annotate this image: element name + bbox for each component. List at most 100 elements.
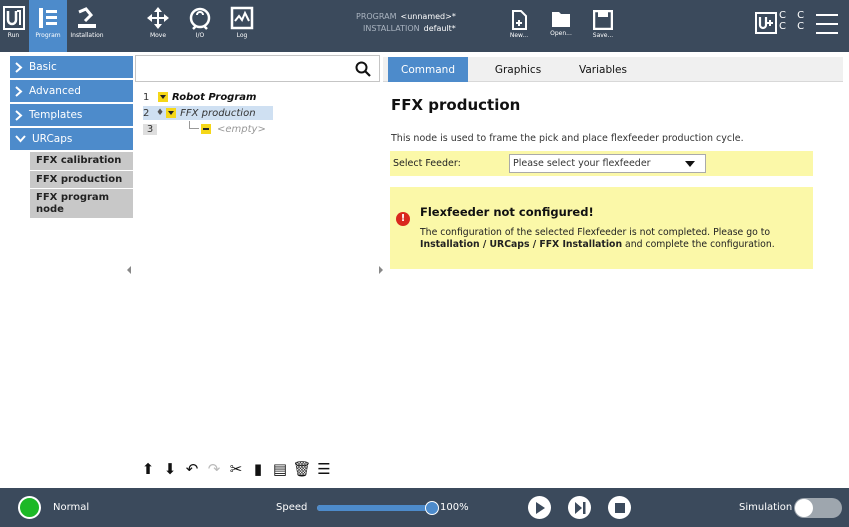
play-icon: [535, 501, 545, 514]
installation-label: Installation: [70, 32, 104, 39]
line-number: 2: [143, 107, 150, 119]
log-button[interactable]: Log: [226, 0, 258, 52]
sidebar-group-templates[interactable]: Templates: [10, 104, 133, 126]
chevron-right-icon: [15, 109, 23, 121]
save-button[interactable]: Save...: [590, 0, 616, 52]
sidebar-item-ffx-program-node[interactable]: FFX program node: [30, 189, 133, 219]
save-icon: [593, 10, 613, 30]
step-button[interactable]: [568, 496, 591, 519]
move-up-icon[interactable]: ⬆: [138, 458, 158, 480]
stop-button[interactable]: [608, 496, 631, 519]
tree-node-label: <empty>: [217, 123, 266, 135]
tab-graphics[interactable]: Graphics: [478, 57, 558, 82]
search-icon[interactable]: [355, 61, 371, 77]
paste-icon[interactable]: ▤: [270, 458, 290, 480]
io-icon: [189, 7, 211, 30]
expand-marker-icon[interactable]: [166, 108, 177, 118]
feeder-dropdown-value: Please select your flexfeeder: [513, 158, 651, 169]
warning-path: Installation / URCaps / FFX Installation: [420, 239, 623, 250]
warning-message: The configuration of the selected Flexfe…: [420, 227, 815, 251]
program-button[interactable]: Program: [29, 0, 67, 52]
top-bar: Run Program Installation Move I/O Log PR…: [0, 0, 849, 52]
expand-marker-icon[interactable]: [158, 92, 168, 102]
program-name: <unnamed>*: [400, 12, 456, 21]
empty-node-icon: [201, 124, 211, 134]
node-title: FFX production: [391, 96, 521, 114]
hamburger-menu-icon[interactable]: [816, 14, 838, 34]
pin-icon: ♦: [156, 108, 165, 118]
move-icon: [147, 7, 169, 29]
line-number: 1: [143, 91, 150, 103]
tree-line-empty[interactable]: 3 <empty>: [143, 121, 266, 136]
speed-slider-handle[interactable]: [425, 501, 439, 515]
control-mode-indicator[interactable]: C C C C: [779, 10, 808, 32]
feeder-label: Select Feeder:: [393, 158, 461, 169]
simulation-toggle[interactable]: [794, 498, 842, 518]
chevron-right-icon: [15, 85, 23, 97]
sidebar-item-ffx-production[interactable]: FFX production: [30, 170, 133, 189]
run-button[interactable]: Run: [0, 0, 27, 52]
suppress-icon[interactable]: ☰: [314, 458, 334, 480]
sidebar-group-advanced[interactable]: Advanced: [10, 80, 133, 102]
program-label: Program: [35, 32, 61, 39]
sidebar-group-label: Basic: [29, 61, 57, 73]
tab-variables[interactable]: Variables: [563, 57, 643, 82]
tree-node-label: Robot Program: [172, 91, 257, 103]
feeder-dropdown[interactable]: Please select your flexfeeder: [509, 154, 706, 173]
sidebar-item-ffx-calibration[interactable]: FFX calibration: [30, 152, 133, 171]
feeder-selection-row: Select Feeder: Please select your flexfe…: [390, 151, 813, 176]
speed-label: Speed: [276, 502, 308, 513]
redo-icon[interactable]: ↷: [204, 458, 224, 480]
delete-icon[interactable]: 🗑: [292, 458, 312, 480]
warning-title: Flexfeeder not configured!: [420, 205, 594, 219]
installation-button[interactable]: Installation: [68, 0, 106, 52]
chevron-down-icon: [15, 135, 26, 143]
sidebar-group-label: URCaps: [32, 133, 73, 145]
open-folder-icon: [552, 12, 570, 27]
run-label: Run: [7, 32, 20, 39]
node-description: This node is used to frame the pick and …: [391, 133, 744, 144]
warning-box: ! Flexfeeder not configured! The configu…: [390, 187, 813, 269]
tree-line-robot-program[interactable]: 1 Robot Program: [143, 90, 256, 104]
speed-slider-fill: [317, 505, 432, 511]
tab-command[interactable]: Command: [388, 57, 468, 82]
sidebar-group-basic[interactable]: Basic: [10, 56, 133, 78]
copy-icon[interactable]: ▮: [248, 458, 268, 480]
cc-line-2: C C: [779, 21, 809, 32]
new-button[interactable]: New...: [506, 0, 532, 52]
speed-value: 100%: [440, 502, 469, 513]
io-button[interactable]: I/O: [184, 0, 216, 52]
new-file-icon: [512, 10, 527, 30]
tree-node-label: FFX production: [180, 107, 256, 119]
caret-down-icon: [685, 161, 695, 167]
line-number: 3: [143, 123, 157, 135]
move-down-icon[interactable]: ⬇: [160, 458, 180, 480]
cc-line-1: C C: [779, 10, 809, 21]
urplus-icon[interactable]: [755, 12, 777, 34]
tree-search-input[interactable]: [135, 55, 380, 82]
installation-name: default*: [423, 24, 456, 33]
move-button[interactable]: Move: [142, 0, 174, 52]
program-tree-panel: 1 Robot Program 2 ♦ FFX production 3 <em…: [135, 55, 380, 487]
play-button[interactable]: [528, 496, 551, 519]
speed-slider[interactable]: [317, 501, 439, 515]
open-button[interactable]: Open...: [548, 0, 574, 52]
io-label: I/O: [195, 32, 205, 39]
sidebar-group-urcaps[interactable]: URCaps: [10, 128, 133, 150]
cut-icon[interactable]: ✂: [226, 458, 246, 480]
simulation-toggle-knob: [795, 499, 813, 517]
open-label: Open...: [550, 30, 572, 37]
robot-status-icon[interactable]: [18, 496, 41, 519]
ur-logo-icon: [2, 6, 25, 30]
undo-icon[interactable]: ↶: [182, 458, 202, 480]
installation-key: INSTALLATION: [363, 24, 420, 33]
program-info: PROGRAM <unnamed>* INSTALLATION default*: [356, 11, 456, 35]
warning-icon: !: [396, 212, 410, 226]
collapse-sidebar-handle[interactable]: [127, 266, 131, 274]
sidebar-group-label: Advanced: [29, 85, 81, 97]
node-sidebar: Basic Advanced Templates URCaps FFX cali…: [10, 56, 133, 476]
sidebar-group-label: Templates: [29, 109, 83, 121]
installation-icon: [78, 7, 96, 28]
tree-line-ffx-production[interactable]: 2 ♦ FFX production: [143, 106, 273, 120]
warning-text: The configuration of the selected Flexfe…: [420, 227, 771, 238]
